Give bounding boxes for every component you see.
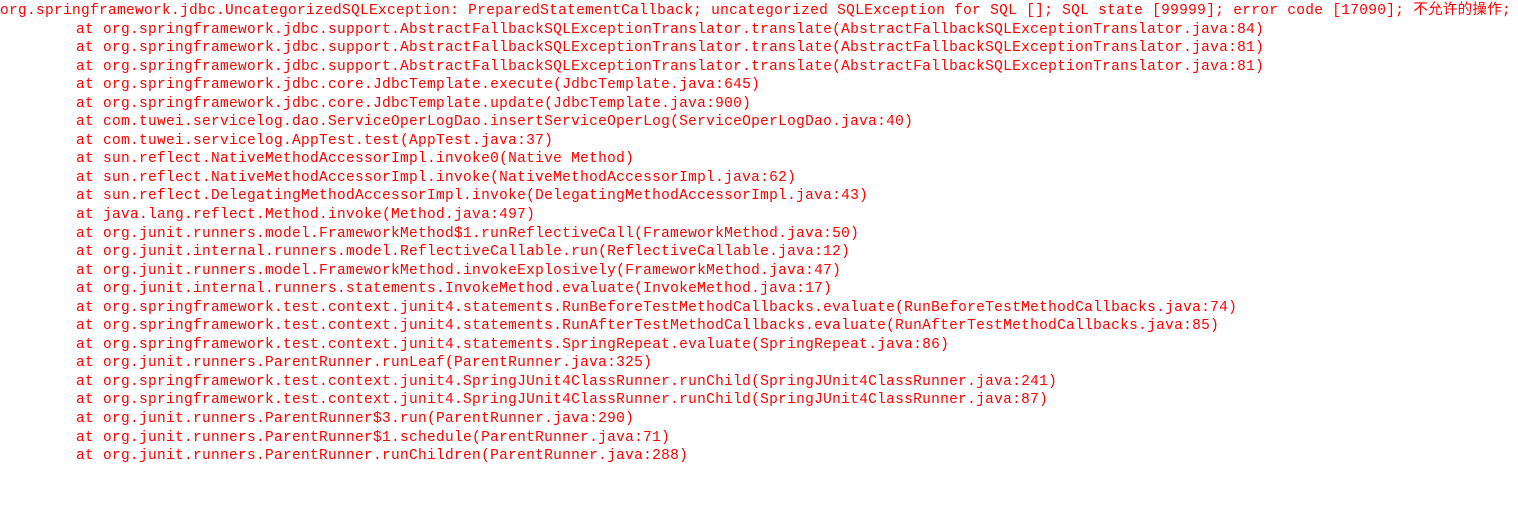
stacktrace-container: org.springframework.jdbc.UncategorizedSQ… [0, 0, 1518, 466]
stack-frame: at org.junit.runners.ParentRunner.runChi… [0, 447, 1518, 466]
stack-frame: at org.junit.runners.ParentRunner.runLea… [0, 354, 1518, 373]
stack-frame: at com.tuwei.servicelog.dao.ServiceOperL… [0, 113, 1518, 132]
stack-frame: at org.junit.internal.runners.statements… [0, 280, 1518, 299]
stack-frame: at org.springframework.jdbc.support.Abst… [0, 58, 1518, 77]
stack-frame: at org.springframework.test.context.juni… [0, 299, 1518, 318]
stack-frame: at org.springframework.jdbc.support.Abst… [0, 39, 1518, 58]
stack-frame: at org.springframework.jdbc.support.Abst… [0, 21, 1518, 40]
stack-frame: at org.junit.runners.model.FrameworkMeth… [0, 225, 1518, 244]
stack-frame: at org.springframework.test.context.juni… [0, 317, 1518, 336]
stack-frame: at sun.reflect.NativeMethodAccessorImpl.… [0, 150, 1518, 169]
stack-frame: at org.springframework.test.context.juni… [0, 373, 1518, 392]
stack-frame: at com.tuwei.servicelog.AppTest.test(App… [0, 132, 1518, 151]
stack-frame: at java.lang.reflect.Method.invoke(Metho… [0, 206, 1518, 225]
stack-frame: at org.springframework.jdbc.core.JdbcTem… [0, 76, 1518, 95]
stack-frame: at sun.reflect.DelegatingMethodAccessorI… [0, 187, 1518, 206]
stack-frame: at sun.reflect.NativeMethodAccessorImpl.… [0, 169, 1518, 188]
stack-frame: at org.springframework.test.context.juni… [0, 336, 1518, 355]
stack-frame: at org.junit.runners.ParentRunner$1.sche… [0, 429, 1518, 448]
stack-frame: at org.junit.runners.ParentRunner$3.run(… [0, 410, 1518, 429]
stack-frame: at org.junit.internal.runners.model.Refl… [0, 243, 1518, 262]
stack-frame: at org.springframework.jdbc.core.JdbcTem… [0, 95, 1518, 114]
stack-frame: at org.junit.runners.model.FrameworkMeth… [0, 262, 1518, 281]
exception-header: org.springframework.jdbc.UncategorizedSQ… [0, 2, 1518, 21]
stack-frame: at org.springframework.test.context.juni… [0, 391, 1518, 410]
